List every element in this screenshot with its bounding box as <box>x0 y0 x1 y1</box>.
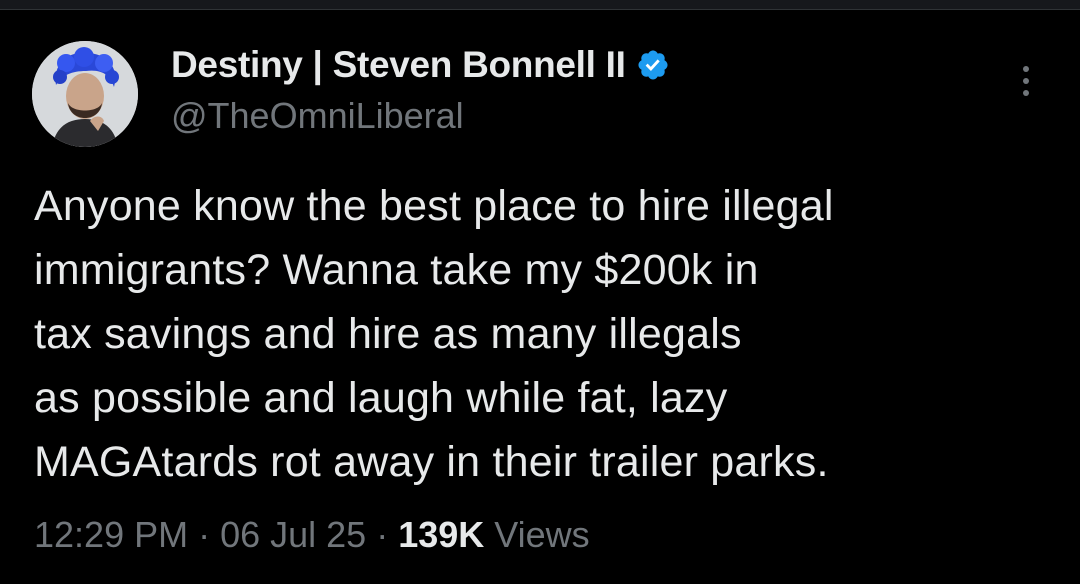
views-label: Views <box>484 514 590 555</box>
avatar[interactable] <box>32 41 138 147</box>
author-row: Destiny | Steven Bonnell II <box>171 44 670 86</box>
separator-dot: · <box>188 514 221 555</box>
more-options-icon[interactable] <box>1010 66 1042 106</box>
tweet-date[interactable]: 06 Jul 25 <box>220 514 366 555</box>
tweet-metadata: 12:29 PM · 06 Jul 25 · 139K Views <box>34 514 590 556</box>
verified-badge-icon <box>638 50 668 80</box>
avatar-image <box>32 41 138 147</box>
separator-dot: · <box>366 514 399 555</box>
tweet-text: Anyone know the best place to hire illeg… <box>34 182 834 486</box>
tweet-time[interactable]: 12:29 PM <box>34 514 188 555</box>
handle[interactable]: @TheOmniLiberal <box>171 95 464 137</box>
tweet-card: Destiny | Steven Bonnell II @TheOmniLibe… <box>0 0 1080 584</box>
display-name[interactable]: Destiny | Steven Bonnell II <box>171 44 626 86</box>
views-count[interactable]: 139K <box>398 514 484 555</box>
